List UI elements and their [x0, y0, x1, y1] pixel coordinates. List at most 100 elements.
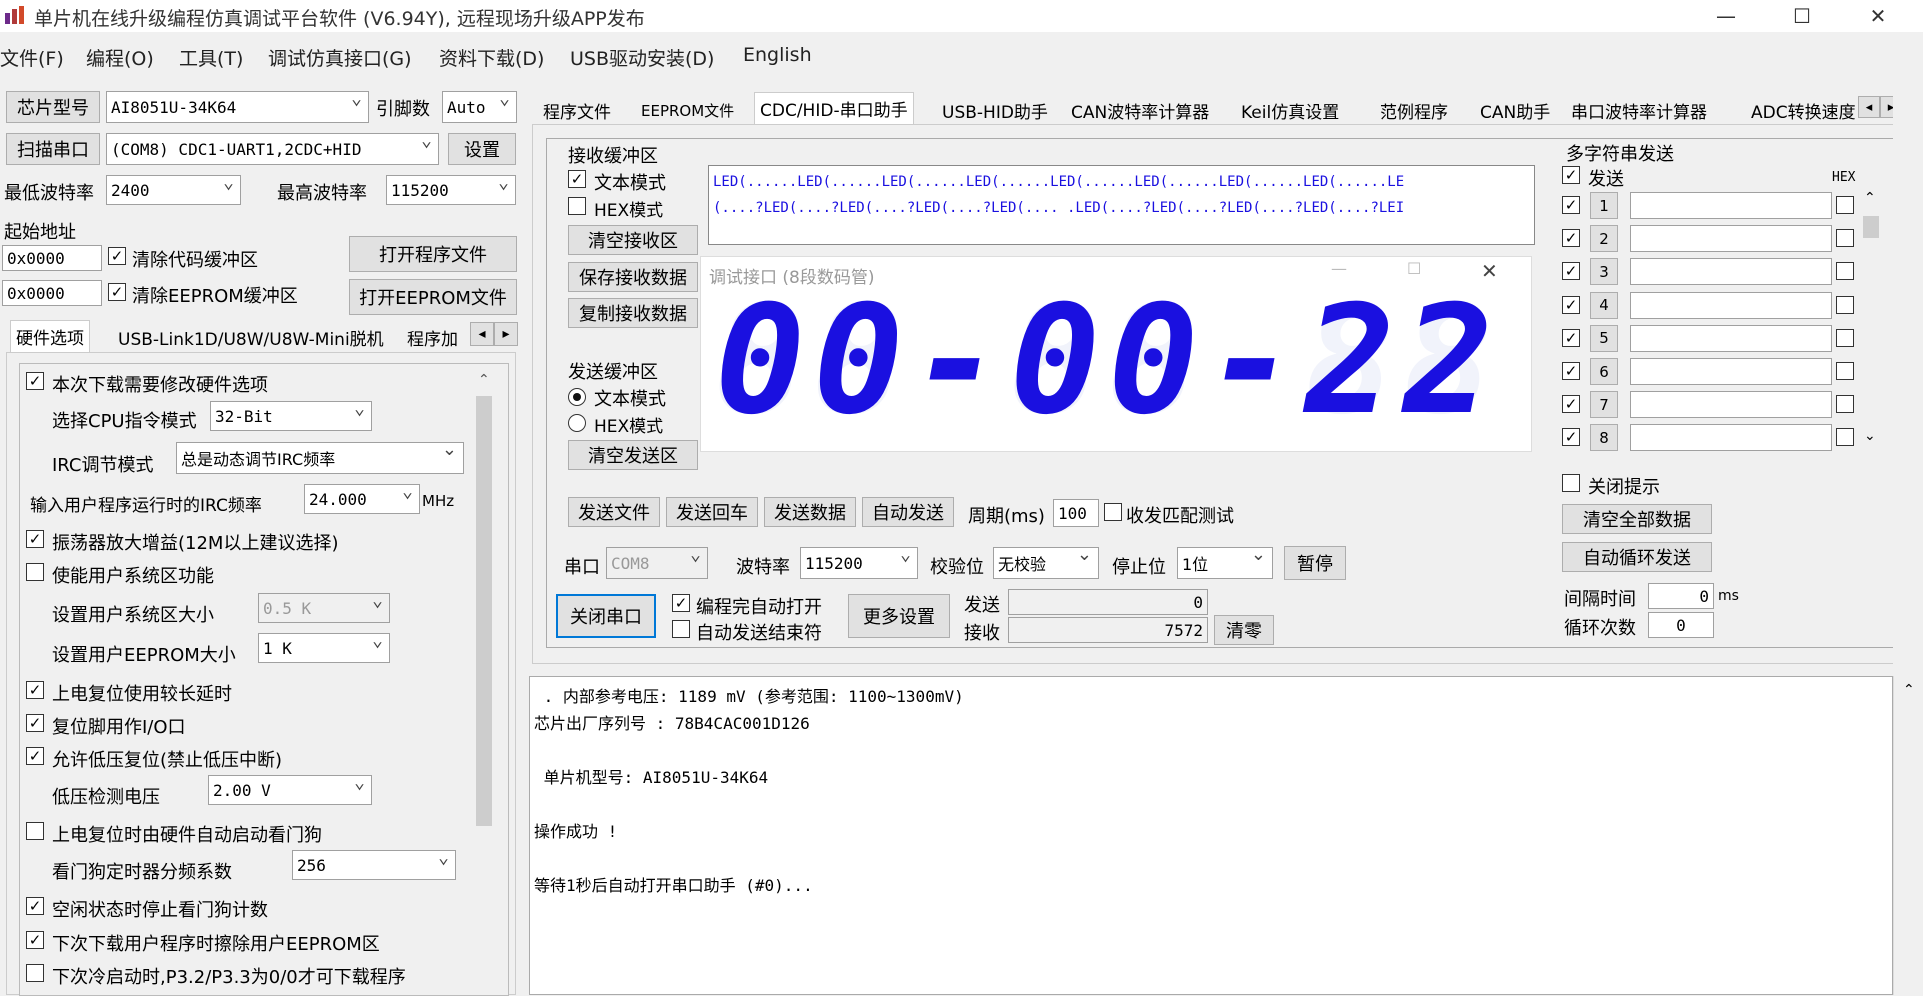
- chip-model-button[interactable]: 芯片型号: [6, 91, 100, 123]
- max-baud-select[interactable]: 115200: [386, 175, 516, 205]
- more-settings-button[interactable]: 更多设置: [848, 594, 950, 638]
- modify-hardware-checkbox[interactable]: ✓: [26, 372, 44, 390]
- multi-row-hex-checkbox[interactable]: [1836, 196, 1854, 214]
- auto-end-checkbox[interactable]: [672, 620, 690, 638]
- multi-row-hex-checkbox[interactable]: [1836, 395, 1854, 414]
- scan-port-button[interactable]: 扫描串口: [6, 133, 100, 165]
- left-tab-next-button[interactable]: ▸: [494, 322, 518, 346]
- parity-select[interactable]: 无校验: [993, 547, 1099, 579]
- multi-scroll-thumb[interactable]: [1863, 216, 1879, 238]
- stop-bits-select[interactable]: 1位: [1177, 547, 1273, 579]
- tab-can-baud[interactable]: CAN波特率计算器: [1066, 96, 1214, 124]
- reset-count-button[interactable]: 清零: [1214, 615, 1274, 645]
- multi-row-hex-checkbox[interactable]: [1836, 295, 1854, 314]
- send-hex-mode-radio[interactable]: [568, 414, 586, 432]
- log-output[interactable]: . 内部参考电压: 1189 mV (参考范围: 1100~1300mV) 芯片出…: [529, 676, 1893, 995]
- tab-serial-assistant[interactable]: CDC/HID-串口助手: [754, 92, 914, 124]
- menu-tools[interactable]: 工具(T): [179, 44, 243, 71]
- send-data-button[interactable]: 发送数据: [764, 497, 856, 527]
- menu-file[interactable]: 文件(F): [0, 44, 64, 71]
- long-reset-checkbox[interactable]: ✓: [26, 681, 44, 699]
- clear-eeprom-checkbox[interactable]: ✓: [108, 283, 126, 301]
- code-address-input[interactable]: 0x0000: [2, 245, 102, 271]
- pause-button[interactable]: 暂停: [1284, 546, 1346, 580]
- menu-usb-driver[interactable]: USB驱动安装(D): [570, 44, 714, 71]
- port-select[interactable]: (COM8) CDC1-UART1,2CDC+HID: [106, 133, 439, 165]
- menu-download[interactable]: 资料下载(D): [439, 44, 544, 71]
- minimize-button[interactable]: —: [1690, 0, 1762, 32]
- multi-scrollbar[interactable]: ⌃ ⌄: [1860, 190, 1882, 448]
- copy-recv-button[interactable]: 复制接收数据: [568, 298, 698, 328]
- recv-hex-mode-checkbox[interactable]: [568, 197, 586, 215]
- log-scrollbar[interactable]: ⌃: [1893, 676, 1923, 995]
- multi-row-checkbox[interactable]: ✓: [1562, 196, 1580, 214]
- open-eeprom-file-button[interactable]: 打开EEPROM文件: [349, 279, 517, 315]
- multi-row-input[interactable]: [1630, 358, 1832, 385]
- tab-examples[interactable]: 范例程序: [1375, 96, 1453, 124]
- clear-send-button[interactable]: 清空发送区: [568, 440, 698, 470]
- multi-row-checkbox[interactable]: ✓: [1562, 229, 1580, 248]
- menu-program[interactable]: 编程(O): [86, 44, 154, 71]
- multi-row-send-button[interactable]: 5: [1590, 324, 1618, 352]
- multi-row-checkbox[interactable]: ✓: [1562, 295, 1580, 314]
- cold-boot-checkbox[interactable]: [26, 964, 44, 982]
- tab-adc-speed[interactable]: ADC转换速度: [1746, 96, 1856, 124]
- osc-gain-checkbox[interactable]: ✓: [26, 530, 44, 548]
- right-tab-prev-button[interactable]: ◂: [1858, 96, 1880, 118]
- multi-row-hex-checkbox[interactable]: [1836, 362, 1854, 380]
- user-system-checkbox[interactable]: [26, 563, 44, 581]
- right-edge-scrollbar[interactable]: [1893, 90, 1923, 670]
- menu-english[interactable]: English: [743, 44, 812, 66]
- settings-button[interactable]: 设置: [448, 133, 516, 165]
- multi-row-checkbox[interactable]: ✓: [1562, 262, 1580, 281]
- system-size-select[interactable]: 0.5 K: [258, 593, 390, 623]
- eeprom-size-select[interactable]: 1 K: [258, 633, 390, 663]
- tab-usb-hid[interactable]: USB-HID助手: [937, 96, 1053, 124]
- multi-row-input[interactable]: [1630, 391, 1832, 419]
- multi-row-input[interactable]: [1630, 324, 1832, 352]
- auto-loop-send-button[interactable]: 自动循环发送: [1562, 542, 1712, 572]
- eeprom-address-input[interactable]: 0x0000: [2, 280, 102, 306]
- pin-count-select[interactable]: Auto: [442, 91, 517, 123]
- maximize-button[interactable]: ☐: [1766, 0, 1838, 32]
- chip-model-select[interactable]: AI8051U-34K64: [106, 91, 369, 123]
- tab-program-file[interactable]: 程序文件: [538, 96, 616, 124]
- low-voltage-reset-checkbox[interactable]: ✓: [26, 747, 44, 765]
- left-tab-prev-button[interactable]: ◂: [470, 322, 494, 346]
- open-program-file-button[interactable]: 打开程序文件: [349, 236, 517, 272]
- irc-mode-select[interactable]: 总是动态调节IRC频率: [176, 442, 464, 474]
- multi-row-input[interactable]: [1630, 424, 1832, 452]
- tab-uart-baud[interactable]: 串口波特率计算器: [1566, 96, 1712, 124]
- send-cr-button[interactable]: 发送回车: [666, 497, 758, 527]
- multi-row-send-button[interactable]: 1: [1590, 192, 1618, 219]
- multi-row-checkbox[interactable]: ✓: [1562, 395, 1580, 414]
- loop-count-input[interactable]: 0: [1648, 612, 1714, 638]
- close-window-button[interactable]: ✕: [1842, 0, 1914, 32]
- scroll-thumb[interactable]: [476, 396, 492, 826]
- recv-text-mode-checkbox[interactable]: ✓: [568, 170, 586, 188]
- close-tip-checkbox[interactable]: [1562, 474, 1580, 492]
- close-port-button[interactable]: 关闭串口: [556, 594, 656, 638]
- tab-can-assistant[interactable]: CAN助手: [1475, 96, 1555, 124]
- multi-send-all-checkbox[interactable]: ✓: [1562, 166, 1580, 184]
- tab-hardware-options[interactable]: 硬件选项: [10, 320, 90, 352]
- multi-row-send-button[interactable]: 3: [1590, 258, 1618, 286]
- options-scrollbar[interactable]: ⌃: [468, 364, 500, 995]
- multi-row-send-button[interactable]: 6: [1590, 358, 1618, 385]
- multi-row-hex-checkbox[interactable]: [1836, 262, 1854, 281]
- multi-row-checkbox[interactable]: ✓: [1562, 362, 1580, 380]
- wdt-auto-checkbox[interactable]: [26, 822, 44, 840]
- match-test-checkbox[interactable]: [1104, 503, 1122, 521]
- menu-debug[interactable]: 调试仿真接口(G): [268, 44, 412, 71]
- wdt-idle-checkbox[interactable]: ✓: [26, 897, 44, 915]
- min-baud-select[interactable]: 2400: [106, 175, 241, 205]
- baud-select[interactable]: 115200: [800, 547, 918, 579]
- erase-eeprom-checkbox[interactable]: ✓: [26, 931, 44, 949]
- tab-eeprom-file[interactable]: EEPROM文件: [636, 96, 739, 124]
- multi-row-send-button[interactable]: 8: [1590, 424, 1618, 452]
- multi-row-input[interactable]: [1630, 291, 1832, 319]
- multi-scroll-up-icon[interactable]: ⌃: [1864, 190, 1876, 206]
- multi-row-send-button[interactable]: 2: [1590, 225, 1618, 253]
- log-scroll-up-icon[interactable]: ⌃: [1903, 682, 1915, 698]
- send-text-mode-radio[interactable]: [568, 388, 586, 406]
